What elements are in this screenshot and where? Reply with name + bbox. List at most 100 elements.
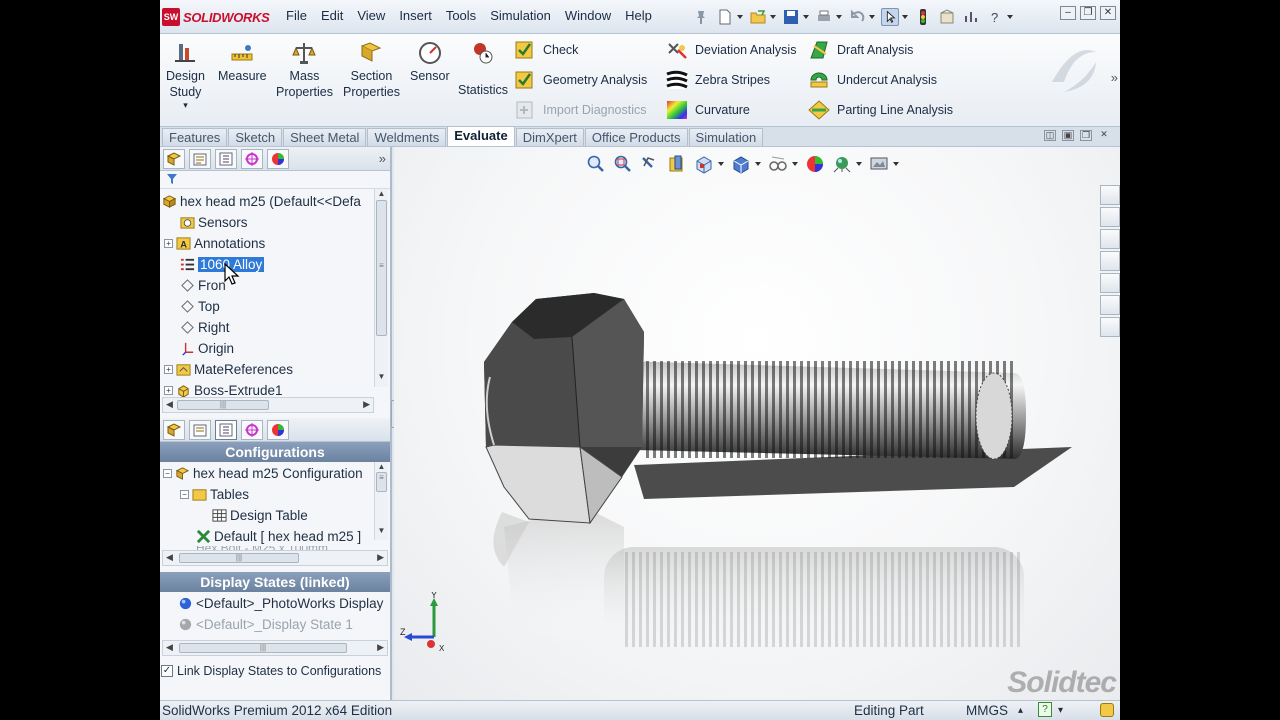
tree-item-sensors[interactable]: Sensors — [180, 212, 248, 232]
draft-analysis-button[interactable]: Draft Analysis — [808, 39, 913, 61]
help-dropdown-icon[interactable] — [1007, 15, 1013, 19]
new-document-icon[interactable] — [716, 8, 734, 26]
open-dropdown-icon[interactable] — [770, 15, 776, 19]
undo-dropdown-icon[interactable] — [869, 15, 875, 19]
tab-simulation[interactable]: Simulation — [688, 128, 764, 146]
feature-tree-scrollbar[interactable]: ▲ ≡ ▼ — [374, 189, 388, 387]
import-diagnostics-button[interactable]: Import Diagnostics — [514, 99, 647, 121]
link-display-states-option[interactable]: ✓ Link Display States to Configurations — [161, 661, 381, 681]
config-design-table[interactable]: Design Table — [212, 505, 308, 525]
hscroll-thumb[interactable]: ||| — [179, 553, 299, 563]
scroll-right-icon[interactable]: ▶ — [377, 552, 384, 563]
config-root[interactable]: − hex head m25 Configuration — [163, 463, 363, 483]
pin-icon[interactable] — [692, 8, 710, 26]
design-study-button[interactable]: Design Study ▾ — [166, 40, 205, 110]
scroll-right-icon[interactable]: ▶ — [363, 399, 370, 410]
ribbon-overflow-icon[interactable]: » — [1111, 70, 1118, 85]
menu-simulation[interactable]: Simulation — [490, 8, 551, 23]
tile-icon[interactable]: ◫ — [1044, 130, 1056, 141]
app-logo[interactable]: SW SOLIDWORKS — [162, 6, 270, 28]
doc-close-icon[interactable]: ✕ — [1098, 130, 1110, 141]
display-states-hscroll[interactable]: ◀ ||| ▶ — [162, 640, 388, 656]
scroll-right-icon[interactable]: ▶ — [377, 642, 384, 653]
tree-root-part[interactable]: hex head m25 (Default<<Defa — [162, 191, 361, 211]
zebra-stripes-button[interactable]: Zebra Stripes — [666, 69, 770, 91]
units-dropdown-icon[interactable]: ▴ — [1018, 705, 1023, 716]
restore-icon[interactable]: ❐ — [1080, 6, 1096, 20]
measure-button[interactable]: Measure — [218, 40, 267, 84]
cascade-icon[interactable]: ▣ — [1062, 130, 1074, 141]
sensor-button[interactable]: Sensor — [410, 40, 450, 84]
property-manager-tab-2[interactable] — [189, 419, 211, 440]
tab-office-products[interactable]: Office Products — [584, 128, 688, 146]
open-folder-icon[interactable] — [749, 8, 767, 26]
file-properties-icon[interactable] — [938, 8, 956, 26]
doc-restore-icon[interactable]: ❐ — [1080, 130, 1092, 141]
tab-sheet-metal[interactable]: Sheet Metal — [283, 128, 367, 146]
parting-line-analysis-button[interactable]: Parting Line Analysis — [808, 99, 953, 121]
curvature-button[interactable]: Curvature — [666, 99, 750, 121]
tree-item-annotations[interactable]: + A Annotations — [164, 233, 265, 253]
save-icon[interactable] — [782, 8, 800, 26]
rebuild-icon[interactable] — [914, 8, 932, 26]
menu-help[interactable]: Help — [625, 8, 652, 23]
select-arrow-icon[interactable] — [881, 8, 899, 26]
tree-item-right-plane[interactable]: Right — [180, 317, 230, 337]
display-manager-tab-2[interactable] — [267, 419, 289, 440]
property-manager-tab[interactable] — [189, 148, 211, 169]
tree-item-matereferences[interactable]: + MateReferences — [164, 359, 293, 379]
undercut-analysis-button[interactable]: Undercut Analysis — [808, 69, 937, 91]
design-library-icon[interactable] — [1100, 229, 1120, 249]
tree-item-front-plane[interactable]: Fron — [180, 275, 226, 295]
check-button[interactable]: Check — [514, 39, 578, 61]
mass-properties-button[interactable]: Mass Properties — [276, 40, 333, 100]
menu-window[interactable]: Window — [565, 8, 611, 23]
view-palette-icon[interactable] — [1100, 273, 1120, 293]
expand-icon[interactable]: + — [164, 238, 173, 248]
help-icon[interactable]: ? — [986, 8, 1004, 26]
section-properties-button[interactable]: Section Properties — [343, 40, 400, 100]
scroll-down-icon[interactable]: ▼ — [375, 372, 388, 381]
design-study-dropdown-icon[interactable]: ▾ — [183, 100, 188, 110]
menu-tools[interactable]: Tools — [446, 8, 476, 23]
scroll-left-icon[interactable]: ◀ — [166, 399, 173, 410]
menu-view[interactable]: View — [357, 8, 385, 23]
display-state-photoworks[interactable]: <Default>_PhotoWorks Display — [178, 593, 383, 613]
scroll-up-icon[interactable]: ▲ — [375, 189, 388, 198]
quick-tips-dropdown-icon[interactable]: ▾ — [1058, 705, 1063, 716]
print-icon[interactable] — [815, 8, 833, 26]
quick-tips-icon[interactable]: ? — [1038, 702, 1052, 717]
print-dropdown-icon[interactable] — [836, 15, 842, 19]
file-explorer-icon[interactable] — [1100, 251, 1120, 271]
new-dropdown-icon[interactable] — [737, 15, 743, 19]
status-units[interactable]: MMGS — [966, 703, 1008, 718]
graphics-viewport[interactable]: Y Z X Solidtec — [394, 147, 1120, 700]
custom-properties-icon[interactable] — [1100, 317, 1120, 337]
display-manager-tab[interactable] — [267, 148, 289, 169]
feature-tree-hscroll[interactable]: ◀ ||| ▶ — [162, 397, 374, 413]
statistics-button[interactable]: Statistics — [458, 40, 508, 98]
menu-file[interactable]: File — [286, 8, 307, 23]
menu-insert[interactable]: Insert — [399, 8, 432, 23]
panel-expand-icon[interactable]: » — [379, 151, 386, 166]
configuration-manager-tab-2[interactable] — [215, 419, 237, 440]
collapse-icon[interactable]: − — [180, 489, 189, 499]
tree-item-origin[interactable]: Origin — [180, 338, 234, 358]
save-dropdown-icon[interactable] — [803, 15, 809, 19]
deviation-analysis-button[interactable]: Deviation Analysis — [666, 39, 796, 61]
tree-filter[interactable] — [160, 171, 390, 189]
tab-weldments[interactable]: Weldments — [367, 128, 447, 146]
close-icon[interactable]: ✕ — [1100, 6, 1116, 20]
hscroll-thumb[interactable]: ||| — [179, 643, 347, 653]
solidworks-resources-icon[interactable] — [1100, 185, 1120, 205]
scroll-left-icon[interactable]: ◀ — [166, 642, 173, 653]
menu-edit[interactable]: Edit — [321, 8, 343, 23]
tree-item-top-plane[interactable]: Top — [180, 296, 220, 316]
options-icon[interactable] — [962, 8, 980, 26]
collapse-icon[interactable]: − — [163, 468, 172, 478]
configuration-scrollbar[interactable]: ▲ ≡ ▼ — [374, 462, 388, 540]
tab-sketch[interactable]: Sketch — [228, 128, 283, 146]
configuration-manager-tab[interactable] — [215, 148, 237, 169]
home-icon[interactable] — [1100, 207, 1120, 227]
scroll-thumb[interactable]: ≡ — [376, 472, 387, 492]
